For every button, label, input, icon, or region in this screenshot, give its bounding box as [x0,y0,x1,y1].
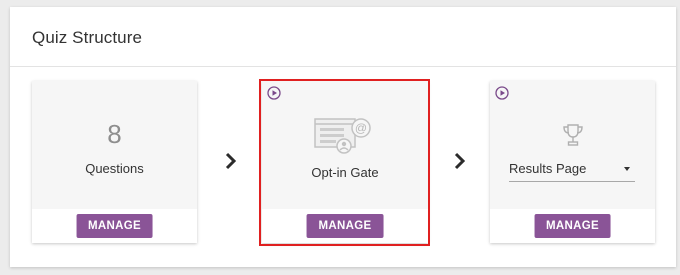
results-select-value: Results Page [509,161,587,176]
chevron-right-icon [225,152,237,170]
card-footer: MANAGE [32,209,197,243]
opt-in-gate-label: Opt-in Gate [311,165,379,180]
results-card: Results Page MANAGE [490,81,655,243]
question-count: 8 [107,119,122,149]
manage-opt-in-button[interactable]: MANAGE [306,214,384,238]
panel-title: Quiz Structure [32,28,143,47]
panel-divider [10,66,676,67]
opt-in-gate-card[interactable]: @ Opt-in Gate MANAGE [262,81,428,243]
questions-card: 8 Questions MANAGE [32,81,197,243]
opt-in-form-icon: @ [314,118,371,154]
card-footer: MANAGE [490,209,655,243]
chevron-right-icon [454,152,466,170]
questions-label: Questions [85,161,144,176]
card-footer: MANAGE [262,209,428,243]
play-circle-icon[interactable] [267,86,281,100]
manage-results-button[interactable]: MANAGE [534,214,611,238]
svg-text:@: @ [355,121,367,135]
manage-questions-button[interactable]: MANAGE [76,214,153,238]
trophy-icon [563,124,583,146]
results-page-select[interactable]: Results Page [509,160,635,182]
play-circle-icon[interactable] [495,86,509,100]
caret-down-icon [624,167,630,171]
